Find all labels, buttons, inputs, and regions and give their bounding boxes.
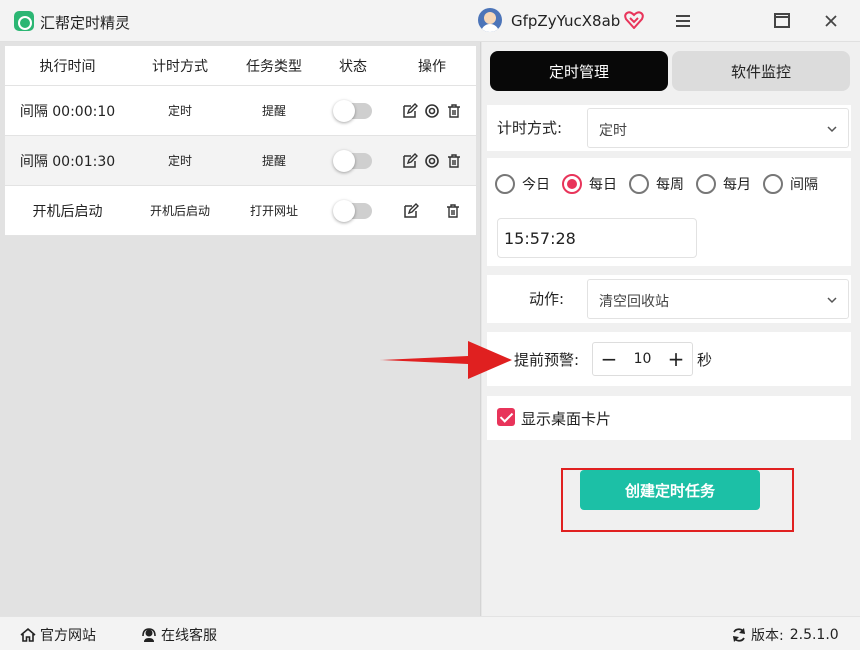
table-row[interactable]: 间隔 00:00:10 定时 提醒 <box>5 86 476 136</box>
desktop-card-label[interactable]: 显示桌面卡片 <box>521 408 611 429</box>
row-type: 提醒 <box>261 154 286 168</box>
decrement-button[interactable]: − <box>593 343 625 375</box>
task-list-panel: 执行时间 计时方式 任务类型 状态 操作 间隔 00:00:10 定时 提醒 间… <box>0 42 481 616</box>
vip-heart-icon[interactable] <box>624 11 644 29</box>
radio-daily[interactable]: 每日 <box>562 174 617 194</box>
desktop-card-checkbox[interactable] <box>497 408 515 426</box>
header-exec-time: 执行时间 <box>39 58 96 75</box>
row-time: 间隔 00:01:30 <box>19 153 116 170</box>
time-input[interactable] <box>497 218 697 258</box>
headset-icon <box>142 628 156 642</box>
trash-icon[interactable] <box>446 153 462 169</box>
trash-icon[interactable] <box>445 203 461 219</box>
timing-mode-select[interactable]: 定时 <box>587 108 849 148</box>
radio-interval[interactable]: 间隔 <box>763 174 818 194</box>
version-label: 版本: <box>751 628 784 644</box>
title-bar: 汇帮定时精灵 GfpZyYucX8ab <box>0 0 860 42</box>
table-row[interactable]: 开机后启动 开机后启动 打开网址 <box>5 186 476 236</box>
chevron-down-icon <box>827 297 837 304</box>
timing-mode-value: 定时 <box>599 123 627 139</box>
highlight-annotation-box <box>561 468 794 532</box>
maximize-icon[interactable] <box>771 10 793 32</box>
advance-warning-label: 提前预警: <box>514 351 580 369</box>
footer: 官方网站 在线客服 版本: 2.5.1.0 <box>0 616 860 650</box>
username[interactable]: GfpZyYucX8ab <box>511 12 620 30</box>
tab-software-monitor[interactable]: 软件监控 <box>672 51 850 91</box>
header-mode: 计时方式 <box>152 58 208 75</box>
app-title: 汇帮定时精灵 <box>40 14 131 32</box>
hamburger-icon[interactable] <box>672 10 694 32</box>
desktop-card-row: 显示桌面卡片 <box>487 396 851 440</box>
radio-monthly[interactable]: 每月 <box>696 174 751 194</box>
row-mode: 开机后启动 <box>149 204 210 218</box>
row-time: 开机后启动 <box>32 203 103 220</box>
header-status: 状态 <box>339 58 367 75</box>
status-toggle[interactable] <box>333 99 372 122</box>
home-icon <box>20 627 36 642</box>
close-icon[interactable] <box>820 10 842 32</box>
action-label: 动作: <box>529 290 565 308</box>
timing-mode-row: 计时方式: 定时 <box>487 105 851 151</box>
header-type: 任务类型 <box>246 58 302 75</box>
edit-icon[interactable] <box>402 102 418 119</box>
tab-timer-management[interactable]: 定时管理 <box>490 51 668 91</box>
row-time: 间隔 00:00:10 <box>19 103 116 120</box>
table-row[interactable]: 间隔 00:01:30 定时 提醒 <box>5 136 476 186</box>
arrow-annotation-icon <box>380 341 512 379</box>
increment-button[interactable]: + <box>660 343 692 375</box>
trash-icon[interactable] <box>446 103 462 119</box>
target-icon[interactable] <box>424 103 440 119</box>
website-link[interactable]: 官方网站 <box>20 625 96 645</box>
action-select[interactable]: 清空回收站 <box>587 279 849 319</box>
avatar[interactable] <box>478 8 502 32</box>
advance-warning-row: 提前预警: − 10 + 秒 <box>487 332 851 386</box>
support-label: 在线客服 <box>161 628 217 644</box>
alarm-clock-icon <box>14 11 34 31</box>
version-number: 2.5.1.0 <box>789 627 839 643</box>
action-row: 动作: 清空回收站 <box>487 275 851 323</box>
row-mode: 定时 <box>167 154 192 168</box>
timing-mode-label: 计时方式: <box>497 119 563 137</box>
action-value: 清空回收站 <box>599 294 669 310</box>
advance-warning-stepper: − 10 + <box>592 342 693 376</box>
table-header: 执行时间 计时方式 任务类型 状态 操作 <box>5 46 476 86</box>
row-type: 打开网址 <box>249 204 298 218</box>
row-type: 提醒 <box>261 104 286 118</box>
advance-warning-value[interactable]: 10 <box>625 351 660 367</box>
repeat-radio-group: 今日 每日 每周 每月 间隔 <box>495 174 830 194</box>
website-label: 官方网站 <box>40 628 96 644</box>
status-toggle[interactable] <box>333 149 372 172</box>
edit-icon[interactable] <box>402 152 418 169</box>
repeat-settings: 今日 每日 每周 每月 间隔 <box>487 158 851 266</box>
version-info[interactable]: 版本: 2.5.1.0 <box>731 625 839 645</box>
row-mode: 定时 <box>167 104 192 118</box>
refresh-icon <box>733 628 745 642</box>
chevron-down-icon <box>827 126 837 133</box>
radio-today[interactable]: 今日 <box>495 174 550 194</box>
radio-weekly[interactable]: 每周 <box>629 174 684 194</box>
support-link[interactable]: 在线客服 <box>141 625 217 645</box>
target-icon[interactable] <box>424 153 440 169</box>
edit-icon[interactable] <box>403 202 419 219</box>
status-toggle[interactable] <box>333 199 372 222</box>
header-actions: 操作 <box>418 58 446 75</box>
warning-unit: 秒 <box>697 351 713 369</box>
task-table: 执行时间 计时方式 任务类型 状态 操作 间隔 00:00:10 定时 提醒 间… <box>5 46 476 236</box>
